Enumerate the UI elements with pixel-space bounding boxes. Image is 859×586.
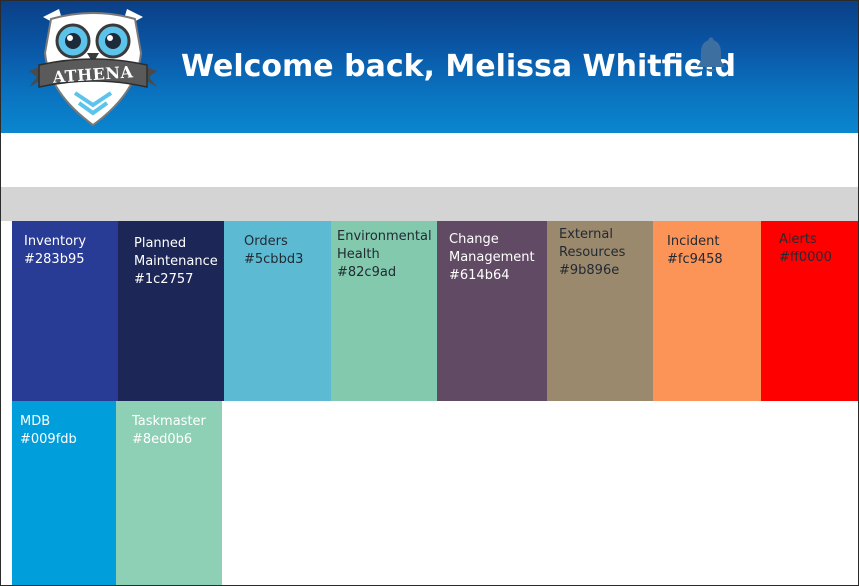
header-banner: ATHENA Welcome back, Melissa Whitfield: [1, 1, 858, 133]
tile-label: Environmental Health: [337, 229, 432, 262]
tile-taskmaster[interactable]: Taskmaster #8ed0b6: [116, 401, 222, 585]
tile-orders[interactable]: Orders #5cbbd3: [224, 221, 331, 401]
tile-hex: #8ed0b6: [132, 432, 193, 447]
tile-planned-maintenance[interactable]: Planned Maintenance #1c2757: [118, 221, 224, 401]
app-window: ATHENA Welcome back, Melissa Whitfield I…: [0, 0, 859, 586]
tile-hex: #fc9458: [667, 252, 723, 267]
spacer-bar: [1, 133, 858, 187]
tile-hex: #ff0000: [779, 250, 832, 265]
tile-incident[interactable]: Incident #fc9458: [653, 221, 761, 401]
tile-label: Alerts: [779, 232, 817, 247]
tile-hex: #283b95: [24, 252, 85, 267]
tile-label: Change Management: [449, 232, 535, 265]
tile-label: External Resources: [559, 227, 626, 260]
tile-hex: #009fdb: [20, 432, 77, 447]
athena-logo[interactable]: ATHENA: [29, 7, 157, 129]
tile-label: Incident: [667, 234, 720, 249]
tile-hex: #614b64: [449, 268, 510, 283]
tile-hex: #82c9ad: [337, 265, 397, 280]
tile-inventory[interactable]: Inventory #283b95: [12, 221, 118, 401]
notification-bell[interactable]: [694, 37, 728, 77]
bell-icon: [697, 37, 725, 72]
tile-alerts[interactable]: Alerts #ff0000: [761, 221, 858, 401]
tile-environmental-health[interactable]: Environmental Health #82c9ad: [331, 221, 437, 401]
tile-hex: #9b896e: [559, 263, 620, 278]
tile-label: Taskmaster: [132, 414, 206, 429]
tile-change-management[interactable]: Change Management #614b64: [437, 221, 547, 401]
toolbar-strip: [1, 187, 858, 221]
welcome-title: Welcome back, Melissa Whitfield: [181, 49, 736, 84]
tile-label: Inventory: [24, 234, 87, 249]
tile-hex: #1c2757: [134, 272, 194, 287]
tile-label: MDB: [20, 414, 51, 429]
tile-label: Orders: [244, 234, 288, 249]
tile-label: Planned Maintenance: [134, 236, 218, 269]
tile-external-resources[interactable]: External Resources #9b896e: [547, 221, 653, 401]
tile-mdb[interactable]: MDB #009fdb: [12, 401, 116, 585]
tile-hex: #5cbbd3: [244, 252, 304, 267]
